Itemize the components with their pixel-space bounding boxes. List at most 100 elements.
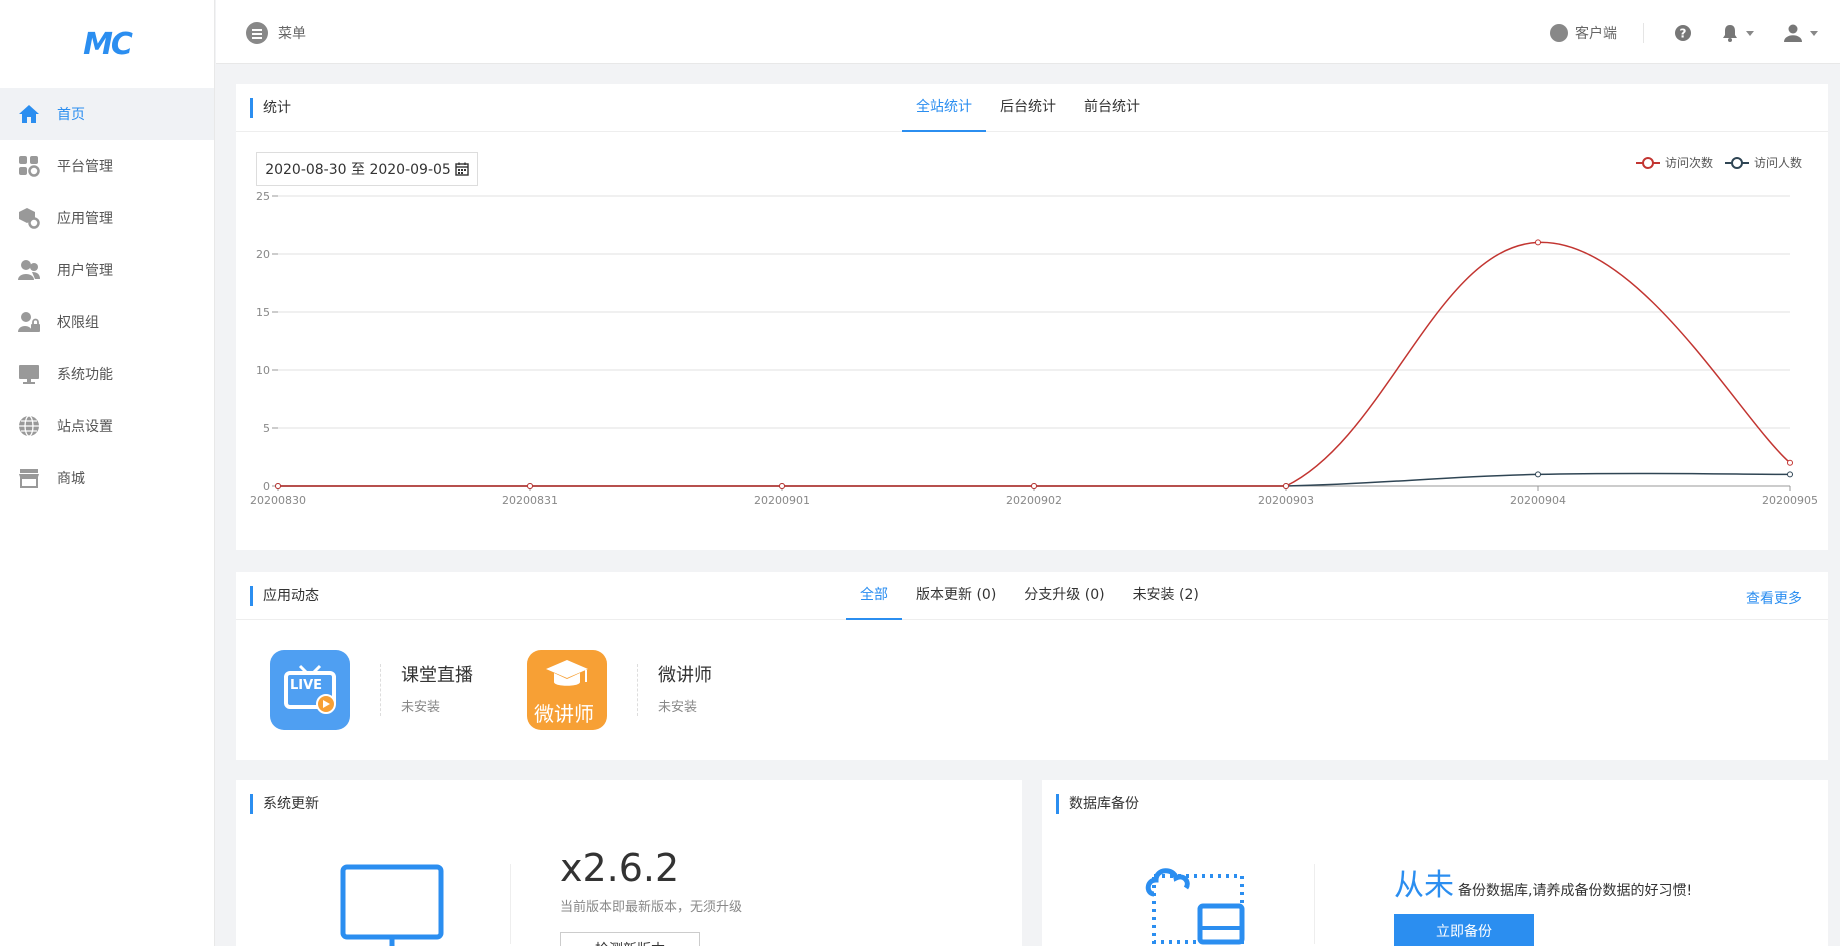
y-tick-label: 5 (263, 422, 270, 435)
bell-icon (1723, 25, 1737, 42)
tab-site-stats[interactable]: 全站统计 (902, 84, 986, 132)
backup-message: 备份数据库,请养成备份数据的好习惯! (1458, 883, 1693, 899)
client-link[interactable]: 客户端 (1550, 23, 1644, 43)
x-tick-label: 20200903 (1258, 494, 1314, 507)
sidebar-item-store[interactable]: 商城 (0, 452, 214, 504)
sidebar-item-label: 用户管理 (57, 263, 113, 279)
chevron-down-icon (1746, 30, 1754, 36)
sidebar-item-platform[interactable]: 平台管理 (0, 140, 214, 192)
backup-status: 从未 备份数据库,请养成备份数据的好习惯! (1394, 860, 1692, 904)
legend-item-visits[interactable]: 访问次数 (1635, 154, 1713, 171)
sidebar-item-apps[interactable]: 应用管理 (0, 192, 214, 244)
backup-title: 数据库备份 (1056, 794, 1139, 814)
logo-text: MC (83, 26, 133, 62)
x-tick-label: 20200831 (502, 494, 558, 507)
y-tick-label: 25 (256, 190, 270, 203)
sidebar-item-label: 权限组 (57, 315, 99, 331)
legend-item-visitors[interactable]: 访问人数 (1724, 154, 1802, 171)
tab-version-updates[interactable]: 版本更新 (0) (902, 572, 1010, 620)
header-actions: 客户端 ? (1550, 20, 1818, 46)
sidebar-nav: 首页 平台管理 应用管理 用户管理 权限组 系统功能 站点设置 商城 (0, 88, 214, 504)
stats-tabs: 全站统计 后台统计 前台统计 (902, 84, 1154, 132)
sidebar-item-permissions[interactable]: 权限组 (0, 296, 214, 348)
client-icon (1550, 24, 1568, 42)
stats-card-header: 统计 全站统计 后台统计 前台统计 (236, 84, 1828, 132)
help-icon: ? (1675, 25, 1691, 41)
y-tick-label: 10 (256, 364, 270, 377)
backup-last-time: 从未 (1394, 868, 1454, 903)
lecturer-app-icon-text: 微讲师 (534, 702, 594, 726)
series-line (278, 241, 1791, 487)
backup-now-button[interactable]: 立即备份 (1394, 914, 1534, 946)
sidebar-item-users[interactable]: 用户管理 (0, 244, 214, 296)
data-point (1535, 239, 1541, 246)
data-point (779, 483, 785, 489)
legend-label: 访问人数 (1753, 156, 1802, 170)
x-tick-label: 20200901 (754, 494, 810, 507)
divider (510, 864, 511, 944)
grid-gear-icon (18, 155, 40, 177)
sidebar-item-label: 平台管理 (57, 159, 113, 175)
app-status: 未安装 (658, 700, 698, 715)
app-info: 微讲师 未安装 (637, 664, 712, 716)
client-label: 客户端 (1575, 26, 1617, 42)
divider (1314, 864, 1315, 944)
apps-card: 应用动态 全部 版本更新 (0) 分支升级 (0) 未安装 (2) 查看更多 L… (236, 572, 1828, 760)
user-menu-button[interactable] (1784, 24, 1818, 42)
version-number: x2.6.2 (560, 846, 680, 890)
notifications-button[interactable] (1722, 24, 1754, 42)
data-point (1787, 459, 1793, 466)
data-point (527, 483, 533, 489)
globe-icon (18, 415, 40, 437)
user-icon (1784, 24, 1802, 42)
app-info: 课堂直播 未安装 (380, 664, 473, 716)
app-item-lecturer[interactable]: 微讲师 微讲师 未安装 (527, 650, 712, 730)
view-more-link[interactable]: 查看更多 (1746, 588, 1802, 608)
store-icon (18, 467, 40, 489)
user-lock-icon (18, 311, 40, 333)
menu-icon (246, 22, 268, 44)
sidebar-item-label: 系统功能 (57, 367, 113, 383)
svg-text:?: ? (1680, 27, 1687, 41)
sidebar-item-home[interactable]: 首页 (0, 88, 214, 140)
calendar-icon (455, 162, 469, 176)
data-point (1283, 483, 1289, 489)
legend-swatch (1724, 156, 1749, 169)
sidebar-item-site-settings[interactable]: 站点设置 (0, 400, 214, 452)
x-tick-label: 20200905 (1762, 494, 1818, 507)
tab-not-installed[interactable]: 未安装 (2) (1119, 572, 1213, 620)
tab-backend-stats[interactable]: 后台统计 (986, 84, 1070, 132)
check-update-button[interactable]: 检测新版本 (560, 932, 700, 946)
backup-header: 数据库备份 (1042, 780, 1828, 828)
tab-all[interactable]: 全部 (846, 572, 902, 620)
app-item-live[interactable]: LIVE 课堂直播 未安装 (270, 650, 473, 730)
menu-toggle[interactable]: 菜单 (246, 22, 306, 44)
help-button[interactable]: ? (1674, 24, 1692, 42)
system-update-header: 系统更新 (236, 780, 1022, 828)
date-range-value: 2020-08-30 至 2020-09-05 (265, 162, 451, 178)
cloud-backup-icon (1145, 868, 1245, 945)
app-status: 未安装 (401, 700, 441, 715)
app-name: 微讲师 (658, 665, 712, 686)
date-range-picker[interactable]: 2020-08-30 至 2020-09-05 (256, 152, 478, 186)
apps-card-header: 应用动态 全部 版本更新 (0) 分支升级 (0) 未安装 (2) 查看更多 (236, 572, 1828, 620)
home-icon (18, 103, 40, 125)
data-point (275, 483, 281, 489)
visits-line-chart: 0 5 10 15 20 25 20200830 20200831 20200901 202009… (250, 190, 1818, 507)
tab-branch-upgrades[interactable]: 分支升级 (0) (1010, 572, 1118, 620)
menu-label: 菜单 (278, 26, 306, 42)
data-point (1787, 471, 1793, 478)
box-gear-icon (18, 207, 40, 229)
logo[interactable]: MC (0, 0, 214, 88)
sidebar-item-system[interactable]: 系统功能 (0, 348, 214, 400)
backup-card: 数据库备份 从未 备份数据库,请养成备份数据的好习惯! 立即备份 (1042, 780, 1828, 946)
chevron-down-icon (1810, 30, 1818, 36)
system-update-title: 系统更新 (250, 794, 319, 814)
monitor-icon (340, 864, 444, 946)
lecturer-app-icon: 微讲师 (527, 650, 607, 730)
tab-frontend-stats[interactable]: 前台统计 (1070, 84, 1154, 132)
x-tick-label: 20200902 (1006, 494, 1062, 507)
data-point (1535, 471, 1541, 478)
apps-tabs: 全部 版本更新 (0) 分支升级 (0) 未安装 (2) (846, 572, 1213, 620)
x-tick-label: 20200904 (1510, 494, 1566, 507)
